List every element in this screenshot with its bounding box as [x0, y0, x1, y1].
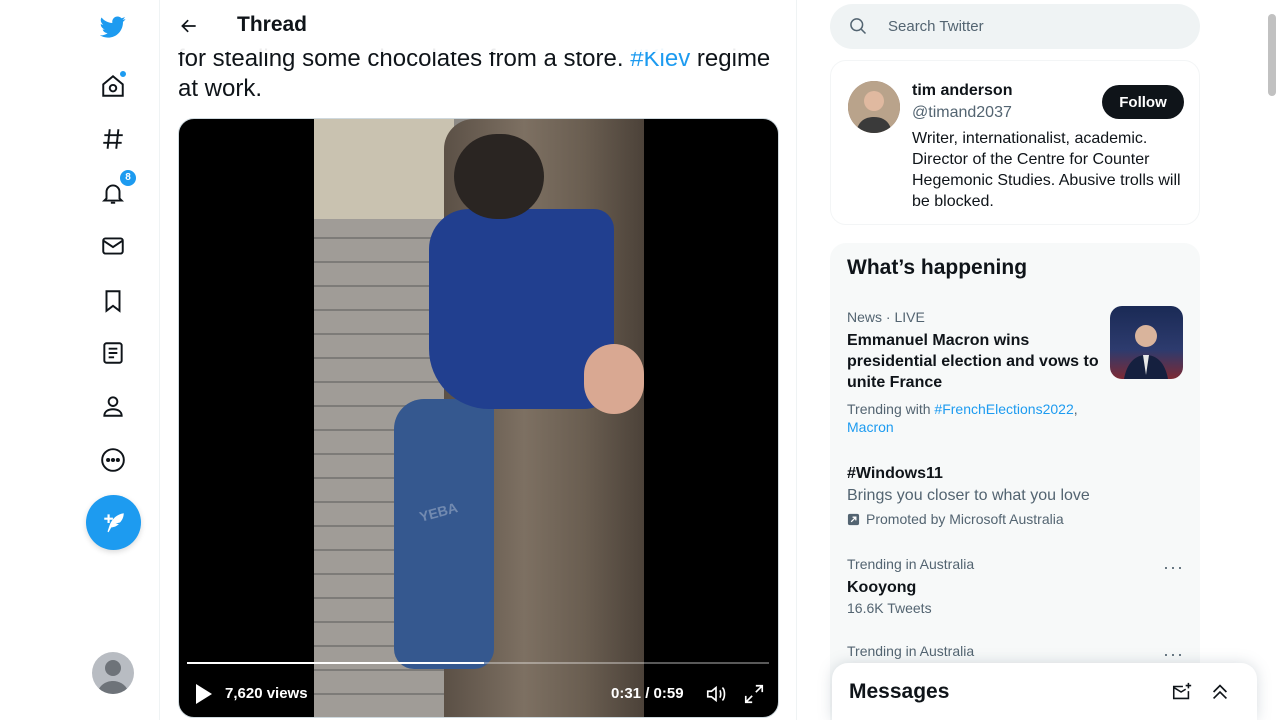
- trend-title: Kooyong: [847, 579, 917, 596]
- search-icon: [848, 16, 870, 38]
- whats-happening-panel: What’s happening News · LIVE Emmanuel Ma…: [830, 243, 1200, 720]
- compose-feather-icon: [103, 512, 124, 532]
- trend-tweet-count: 16.6K Tweets: [847, 600, 932, 616]
- trend-thumbnail: [1110, 306, 1183, 379]
- play-icon[interactable]: [191, 681, 215, 707]
- trend-meta: Trending in Australia: [847, 643, 975, 659]
- trends-title: What’s happening: [847, 256, 1028, 279]
- promoted-text: Promoted by Microsoft Australia: [866, 511, 1064, 527]
- search-input[interactable]: [888, 4, 1178, 49]
- person-head: [454, 134, 544, 219]
- profile-handle[interactable]: @timand2037: [912, 104, 1012, 122]
- tweet-text: for stealing some chocolates from a stor…: [178, 44, 778, 104]
- trending-with-label: Trending with: [847, 401, 931, 417]
- messages-envelope-icon[interactable]: [96, 229, 130, 263]
- profile-bio: Writer, internationalist, academic. Dire…: [912, 130, 1181, 210]
- follow-button[interactable]: Follow: [1102, 85, 1184, 119]
- profile-avatar[interactable]: [848, 81, 900, 133]
- video-time: 0:31 / 0:59: [611, 685, 684, 702]
- volume-icon[interactable]: [705, 683, 727, 705]
- new-message-icon[interactable]: [1171, 681, 1195, 705]
- trend-subtitle: Brings you closer to what you love: [847, 487, 1090, 504]
- promoted-icon: [847, 513, 860, 525]
- trend-context: Trending with #FrenchElections2022, Macr…: [847, 400, 1107, 436]
- page-scrollbar[interactable]: [1268, 14, 1276, 96]
- fullscreen-icon[interactable]: [743, 683, 765, 705]
- promoted-label: Promoted by Microsoft Australia: [847, 511, 1064, 527]
- trend-meta: News · LIVE: [847, 309, 925, 325]
- notifications-bell-icon[interactable]: 8: [96, 170, 136, 210]
- right-sidebar: tim anderson @timand2037 Follow Writer, …: [830, 0, 1201, 720]
- messages-title: Messages: [849, 680, 950, 703]
- person-hand: [584, 344, 644, 414]
- background-building: [314, 119, 454, 219]
- video-progress-bar[interactable]: [187, 662, 769, 664]
- back-arrow-icon[interactable]: [175, 12, 203, 40]
- profile-icon[interactable]: [96, 389, 130, 423]
- trend-title: #Windows11: [847, 465, 943, 482]
- notifications-badge: 8: [120, 170, 136, 186]
- lists-icon[interactable]: [96, 336, 130, 370]
- thread-header: Thread: [160, 0, 796, 52]
- trend-title: Emmanuel Macron wins presidential electi…: [847, 332, 1099, 391]
- compose-tweet-button[interactable]: [86, 495, 141, 550]
- page-title: Thread: [237, 13, 308, 36]
- more-options-icon[interactable]: ···: [1163, 558, 1183, 581]
- video-views: 7,620 views: [225, 685, 308, 702]
- video-frame: YEBA: [314, 119, 644, 717]
- trend-hashtag-link[interactable]: #FrenchElections2022: [934, 401, 1073, 417]
- bookmarks-icon[interactable]: [96, 284, 130, 318]
- trend-separator: ,: [1073, 401, 1078, 417]
- left-sidebar: 8: [0, 0, 160, 720]
- trend-meta: Trending in Australia: [847, 556, 975, 572]
- explore-hashtag-icon[interactable]: [96, 122, 130, 156]
- account-avatar[interactable]: [92, 652, 134, 694]
- home-notification-dot: [119, 70, 127, 78]
- expand-chevrons-icon[interactable]: [1209, 681, 1233, 705]
- profile-name[interactable]: tim anderson: [912, 82, 1012, 100]
- more-circle-icon[interactable]: [96, 443, 130, 477]
- profile-card: tim anderson @timand2037 Follow Writer, …: [830, 60, 1200, 225]
- video-player[interactable]: YEBA 7,620 views 0:31 / 0:59: [178, 118, 779, 718]
- messages-drawer[interactable]: Messages: [832, 663, 1257, 720]
- person-legs: [394, 399, 494, 669]
- search-bar[interactable]: [830, 4, 1200, 49]
- main-column: Thread for stealing some chocolates from…: [160, 0, 797, 720]
- twitter-logo-icon[interactable]: [96, 10, 130, 44]
- video-progress-fill: [187, 662, 484, 664]
- trend-macron-link[interactable]: Macron: [847, 419, 894, 435]
- home-icon[interactable]: [96, 69, 130, 103]
